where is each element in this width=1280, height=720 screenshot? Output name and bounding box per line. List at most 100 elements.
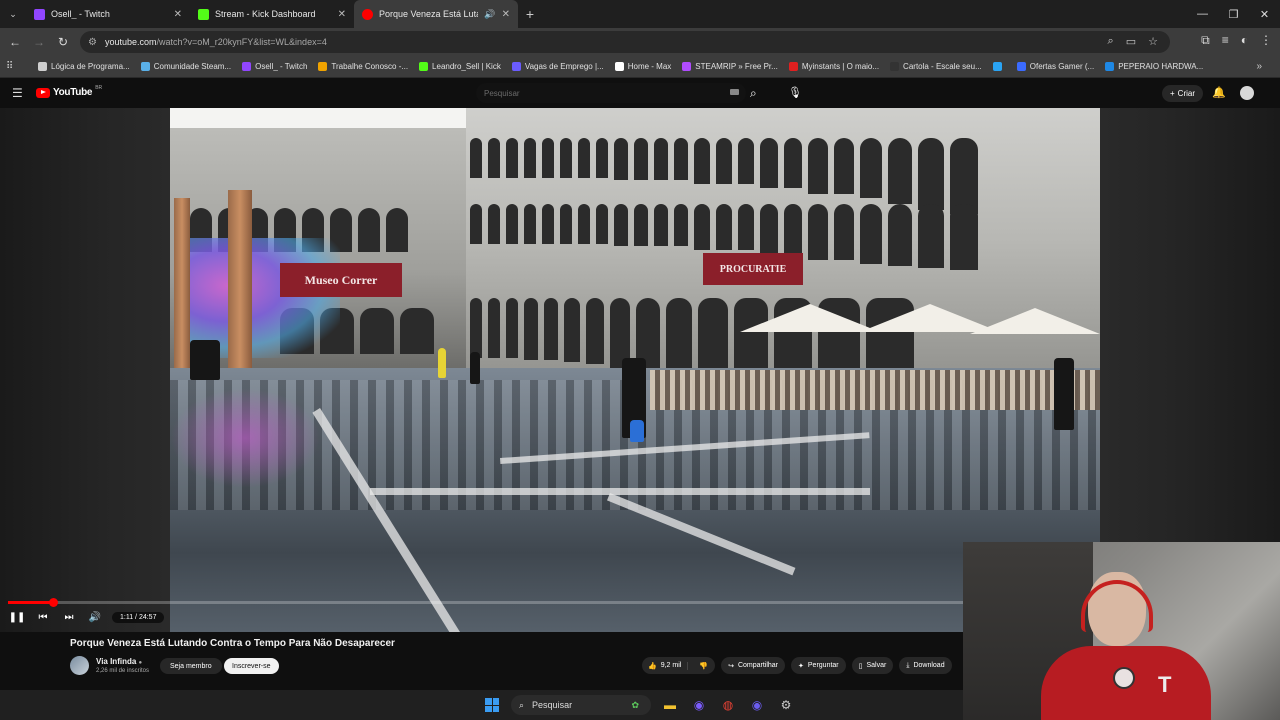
video-title: Porque Veneza Está Lutando Contra o Temp… (70, 638, 395, 649)
sign-museo-correr: Museo Correr (280, 263, 402, 297)
close-tab-icon[interactable]: ✕ (338, 9, 346, 20)
tab-title: Osell_ - Twitch (51, 9, 110, 19)
more-bookmarks-icon[interactable]: » (1256, 61, 1262, 72)
hamburger-menu-icon[interactable]: ☰ (12, 86, 23, 100)
bookmark-item[interactable]: Cartola - Escale seu... (890, 62, 982, 71)
like-dislike-group: 👍 9,2 mil 👎 (642, 657, 716, 674)
bookmark-label: Home - Max (627, 62, 672, 71)
video-frame[interactable]: Museo Correr PROCURATIE (170, 108, 1100, 632)
previous-icon[interactable]: ⏮ (30, 612, 56, 623)
save-label: Salvar (866, 662, 887, 669)
bookmark-star-icon[interactable]: ☆ (1148, 35, 1158, 48)
extensions-icon[interactable]: ⧉ (1201, 33, 1210, 48)
like-button[interactable]: 👍 9,2 mil (642, 661, 689, 670)
sign-procuratie: PROCURATIE (703, 253, 803, 285)
bookmark-item[interactable]: Lógica de Programa... (38, 62, 130, 71)
bookmark-item[interactable]: PEPERAIO HARDWA... (1105, 62, 1203, 71)
tab-search-icon[interactable]: ⌄ (0, 0, 26, 28)
subscribe-button[interactable]: Inscrever-se (224, 658, 279, 674)
bookmark-label: Trabalhe Conosco -... (331, 62, 409, 71)
bookmark-favicon-icon (890, 62, 900, 71)
bookmark-item[interactable]: Comunidade Steam... (140, 62, 231, 71)
bookmark-favicon-icon (511, 62, 521, 71)
bookmark-label: Lógica de Programa... (51, 62, 130, 71)
channel-avatar[interactable] (70, 656, 89, 675)
apps-icon[interactable]: ⠿ (6, 61, 24, 72)
bookmark-favicon-icon (1105, 62, 1115, 71)
bookmark-label: STEAMRIP » Free Pr... (695, 62, 778, 71)
download-button[interactable]: ⤓ Download (899, 657, 952, 674)
new-tab-button[interactable]: + (518, 6, 542, 22)
bookmark-item[interactable]: Leandro_Sell | Kick (419, 62, 501, 71)
bookmark-item[interactable]: Vagas de Emprego |... (511, 62, 604, 71)
profile-icon[interactable]: ◐ (1241, 33, 1248, 48)
pause-icon[interactable]: ❚❚ (4, 612, 30, 623)
join-button[interactable]: Seja membro (160, 658, 222, 674)
youtube-icon (362, 8, 373, 20)
bookmark-item[interactable]: Trabalhe Conosco -... (318, 62, 408, 71)
volume-icon[interactable]: 🔊 (82, 612, 108, 623)
search-icon[interactable]: ⌕ (750, 86, 757, 101)
ask-button[interactable]: ✦ Perguntar (791, 657, 846, 674)
save-button[interactable]: ▯ Salvar (851, 657, 894, 674)
tab-twitch[interactable]: Osell_ - Twitch ✕ (26, 0, 190, 28)
tab-kick[interactable]: Stream - Kick Dashboard ✕ (190, 0, 354, 28)
bookmark-item[interactable]: Home - Max (614, 62, 672, 71)
avatar[interactable] (1240, 86, 1254, 100)
speaker-icon[interactable]: 🔊 (484, 9, 495, 20)
app-icon[interactable]: ◉ (689, 695, 709, 715)
bookmark-item[interactable] (992, 62, 1006, 71)
address-bar[interactable]: ⚙ youtube.com/watch?v=oM_r20kynFY&list=W… (80, 31, 1170, 53)
share-label: Compartilhar (737, 662, 779, 669)
thumbs-down-icon: 👎 (699, 662, 709, 670)
create-button[interactable]: + Criar (1162, 85, 1204, 102)
cast-icon[interactable]: ▭ (1126, 35, 1136, 48)
bookmark-icon: ▯ (858, 662, 863, 670)
keyboard-icon[interactable] (730, 89, 739, 95)
close-tab-icon[interactable]: ✕ (174, 9, 182, 20)
bookmark-label: Ofertas Gamer (... (1029, 62, 1095, 71)
dislike-button[interactable]: 👎 (692, 662, 715, 670)
cafe-tables (650, 370, 1100, 410)
notifications-bell-icon[interactable]: 🔔 (1212, 86, 1226, 99)
next-icon[interactable]: ⏭ (56, 612, 82, 623)
bookmark-favicon-icon (992, 62, 1002, 71)
bookmark-item[interactable]: Ofertas Gamer (... (1016, 62, 1095, 71)
tab-youtube[interactable]: Porque Veneza Está Lutand 🔊 ✕ (354, 0, 518, 28)
download-label: Download (913, 662, 945, 669)
settings-icon[interactable]: ⚙ (776, 695, 796, 715)
art-reflection (170, 388, 320, 488)
bookmark-item[interactable]: Osell_ - Twitch (242, 62, 307, 71)
site-info-icon[interactable]: ⚙ (88, 37, 97, 48)
webcam-overlay: T (963, 542, 1280, 720)
close-tab-icon[interactable]: ✕ (502, 9, 510, 20)
verified-icon: ● (138, 660, 143, 666)
progress-bar[interactable] (8, 598, 963, 607)
file-explorer-icon[interactable]: ▬ (660, 695, 680, 715)
back-icon[interactable]: ← (3, 35, 27, 49)
channel-name[interactable]: Via Infinda ● (96, 657, 142, 666)
app-icon[interactable]: ◉ (747, 695, 767, 715)
reload-icon[interactable]: ↻ (51, 35, 75, 49)
minimize-icon[interactable]: — (1187, 0, 1218, 28)
reading-list-icon[interactable]: ≡ (1222, 33, 1229, 48)
close-window-icon[interactable]: ✕ (1249, 0, 1280, 28)
search-input[interactable]: Pesquisar (476, 83, 746, 103)
chrome-icon[interactable]: ◍ (718, 695, 738, 715)
microphone-icon[interactable]: 🎙 (788, 86, 802, 99)
youtube-logo[interactable]: YouTube BR (36, 85, 102, 98)
ambient-left (0, 108, 170, 632)
menu-icon[interactable]: ⋮ (1260, 33, 1272, 48)
share-button[interactable]: ↪ Compartilhar (721, 657, 786, 674)
bookmark-item[interactable]: STEAMRIP » Free Pr... (682, 62, 778, 71)
window-controls: — ❐ ✕ (1187, 0, 1280, 28)
windows-start-icon[interactable] (482, 695, 502, 715)
person (630, 420, 644, 442)
taskbar-items: ⌕ Pesquisar ✿ ▬ ◉ ◍ ◉ ⚙ (482, 695, 796, 715)
forward-icon[interactable]: → (27, 35, 51, 49)
create-label: Criar (1177, 89, 1196, 98)
zoom-icon[interactable]: ⌕ (1108, 35, 1114, 48)
taskbar-search[interactable]: ⌕ Pesquisar ✿ (511, 695, 651, 715)
restore-icon[interactable]: ❐ (1218, 0, 1249, 28)
bookmark-item[interactable]: Myinstants | O maio... (788, 62, 879, 71)
